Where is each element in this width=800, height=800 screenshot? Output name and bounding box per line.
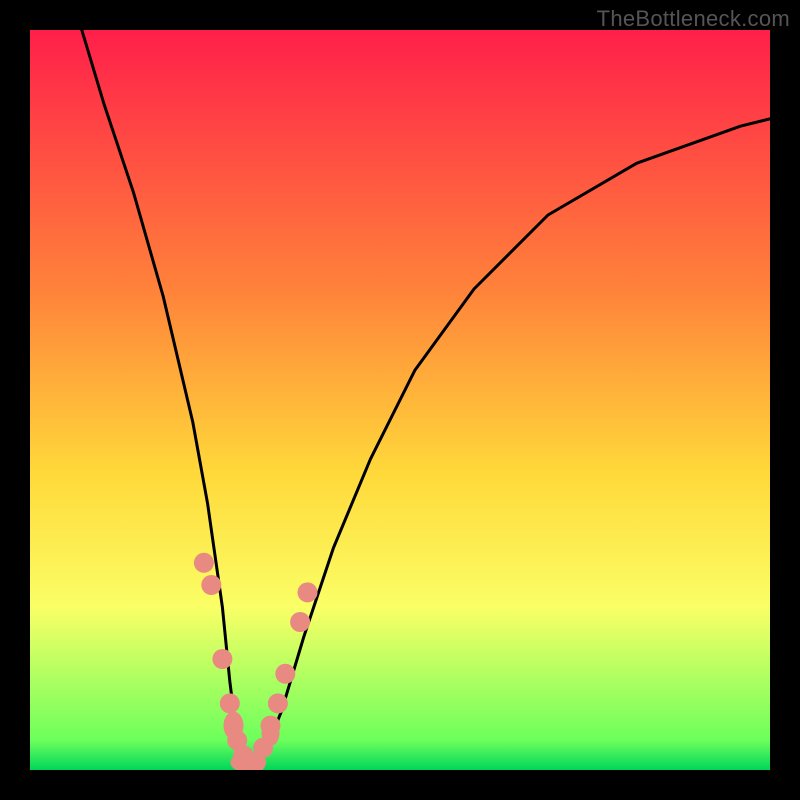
chart-plot-area [30,30,770,770]
chart-frame: TheBottleneck.com [0,0,800,800]
watermark-text: TheBottleneck.com [597,6,790,32]
chart-svg [30,30,770,770]
